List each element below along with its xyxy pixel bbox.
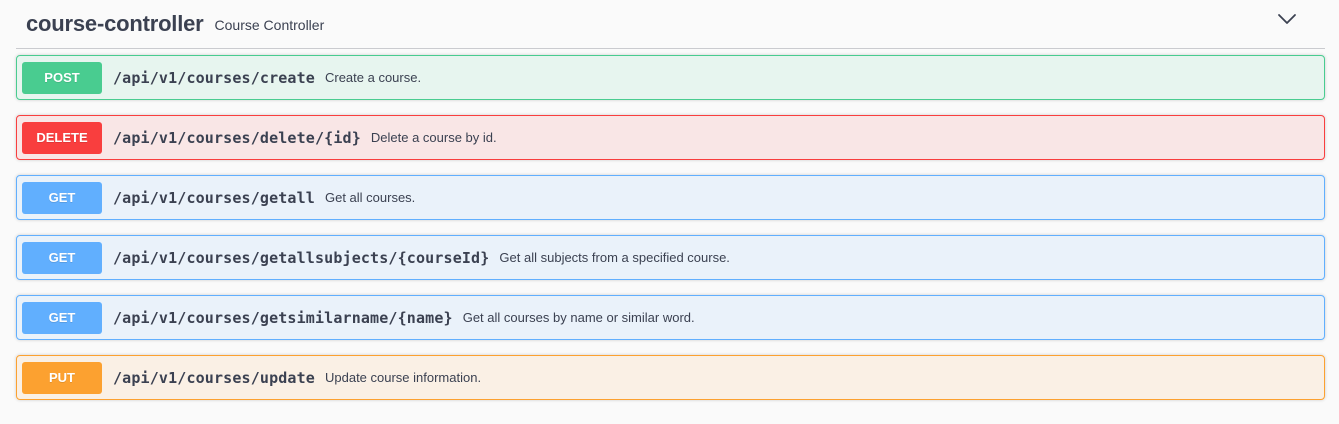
tag-name: course-controller [26, 11, 204, 36]
operation-path: /api/v1/courses/getall [113, 188, 315, 207]
operation-get-all[interactable]: GET /api/v1/courses/getall Get all cours… [16, 175, 1325, 220]
operation-summary: Get all courses. [324, 190, 416, 205]
operation-path: /api/v1/courses/delete/{id} [113, 128, 361, 147]
chevron-down-icon[interactable] [1277, 12, 1297, 26]
method-badge: GET [22, 181, 102, 214]
tag-header[interactable]: course-controller Course Controller [16, 0, 1325, 49]
method-badge: DELETE [22, 121, 102, 154]
tag-description: Course Controller [214, 17, 325, 33]
operation-post-create[interactable]: POST /api/v1/courses/create Create a cou… [16, 55, 1325, 100]
operation-delete-by-id[interactable]: DELETE /api/v1/courses/delete/{id} Delet… [16, 115, 1325, 160]
operation-path: /api/v1/courses/getsimilarname/{name} [113, 308, 453, 327]
operation-path: /api/v1/courses/getallsubjects/{courseId… [113, 248, 490, 267]
method-badge: POST [22, 61, 102, 94]
operation-summary: Get all subjects from a specified course… [499, 250, 730, 265]
method-badge: GET [22, 241, 102, 274]
operation-summary: Update course information. [324, 370, 482, 385]
operation-summary: Delete a course by id. [370, 130, 497, 145]
operation-put-update[interactable]: PUT /api/v1/courses/update Update course… [16, 355, 1325, 400]
operation-path: /api/v1/courses/update [113, 368, 315, 387]
course-controller-section: course-controller Course Controller POST… [16, 0, 1325, 400]
operation-summary: Create a course. [324, 70, 422, 85]
operation-get-all-subjects[interactable]: GET /api/v1/courses/getallsubjects/{cour… [16, 235, 1325, 280]
operation-path: /api/v1/courses/create [113, 68, 315, 87]
method-badge: GET [22, 301, 102, 334]
operation-summary: Get all courses by name or similar word. [462, 310, 695, 325]
method-badge: PUT [22, 361, 102, 394]
operation-get-similar-name[interactable]: GET /api/v1/courses/getsimilarname/{name… [16, 295, 1325, 340]
